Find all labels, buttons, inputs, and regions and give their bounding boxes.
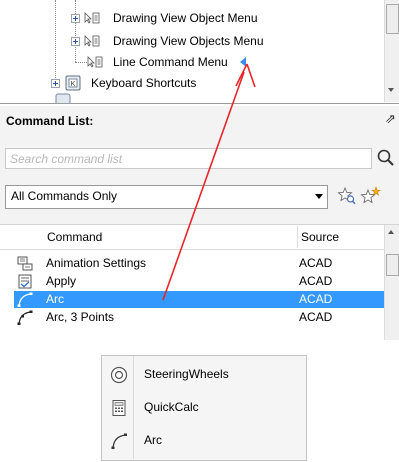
steering-wheels-icon <box>110 366 128 384</box>
table-row[interactable]: Apply ACAD <box>14 273 384 290</box>
search-icon[interactable] <box>376 148 396 168</box>
command-name: Apply <box>46 274 77 288</box>
table-row[interactable]: Animation Settings ACAD <box>14 255 384 272</box>
tree-scrollbar-thumb[interactable] <box>386 4 399 34</box>
collapse-icon[interactable]: ⇗ <box>385 111 396 127</box>
command-source: ACAD <box>299 310 333 324</box>
animation-settings-icon <box>17 256 33 271</box>
chevron-down-icon[interactable] <box>315 194 323 199</box>
customization-tree[interactable]: Drawing View Object Menu Drawing View Ob… <box>0 0 399 104</box>
command-list-title: Command List: <box>6 114 94 128</box>
apply-icon <box>18 274 32 289</box>
command-name: Animation Settings <box>46 256 147 270</box>
column-header-source[interactable]: Source <box>301 230 339 244</box>
command-source: ACAD <box>299 256 333 270</box>
shortcut-menu-icon <box>84 35 100 47</box>
search-box[interactable] <box>5 148 372 169</box>
keyboard-shortcuts-icon: K <box>65 75 81 91</box>
shortcut-menu-icon <box>84 12 100 24</box>
expand-icon[interactable] <box>71 37 80 46</box>
command-name: Arc <box>46 292 64 306</box>
table-scrollbar-thumb[interactable] <box>386 254 399 276</box>
find-command-icon[interactable] <box>337 186 357 206</box>
menu-item-label: SteeringWheels <box>144 367 229 381</box>
tree-item-label: Drawing View Object Menu <box>113 11 258 25</box>
command-source: ACAD <box>299 274 333 288</box>
tree-item-label: Drawing View Objects Menu <box>113 34 264 48</box>
arc-3-points-icon <box>17 310 33 325</box>
search-input[interactable] <box>8 150 368 168</box>
menu-item-quickcalc[interactable]: QuickCalc <box>102 391 304 425</box>
column-divider[interactable] <box>297 226 298 248</box>
arc-icon <box>17 292 33 307</box>
partial-tree-icon <box>55 93 71 103</box>
menu-item-arc[interactable]: Arc <box>102 424 304 458</box>
filter-selected-value: All Commands Only <box>11 189 118 203</box>
tree-item-label: Line Command Menu <box>113 55 228 69</box>
svg-text:K: K <box>71 81 76 88</box>
tree-item-drawing-view-objects-menu[interactable]: Drawing View Objects Menu <box>0 32 384 50</box>
tree-item-keyboard-shortcuts[interactable]: K Keyboard Shortcuts <box>0 74 384 92</box>
column-header-command[interactable]: Command <box>47 230 102 244</box>
tree-item-label: Keyboard Shortcuts <box>91 76 197 90</box>
shortcut-menu-icon <box>87 56 103 68</box>
table-scrollbar[interactable] <box>384 225 399 340</box>
menu-item-steeringwheels[interactable]: SteeringWheels <box>102 358 304 392</box>
scroll-up-icon[interactable] <box>388 230 394 234</box>
command-name: Arc, 3 Points <box>46 310 115 324</box>
calculator-icon <box>112 400 126 416</box>
menu-item-label: QuickCalc <box>144 400 199 414</box>
menu-item-label: Arc <box>144 433 162 447</box>
table-row[interactable]: Arc, 3 Points ACAD <box>14 309 384 326</box>
insertion-marker-icon <box>240 57 246 67</box>
scroll-down-icon[interactable] <box>388 88 394 92</box>
expand-icon[interactable] <box>71 14 80 23</box>
table-header: Command Source <box>0 225 384 250</box>
arc-icon <box>111 433 127 449</box>
command-source: ACAD <box>299 292 333 306</box>
command-filter-dropdown[interactable]: All Commands Only <box>5 185 328 209</box>
table-row-selected[interactable]: Arc ACAD <box>14 291 384 308</box>
expand-icon[interactable] <box>51 79 60 88</box>
tree-item-drawing-view-object-menu[interactable]: Drawing View Object Menu <box>0 9 384 27</box>
tree-item-line-command-menu[interactable]: Line Command Menu <box>0 53 384 71</box>
create-command-icon[interactable] <box>360 186 382 206</box>
